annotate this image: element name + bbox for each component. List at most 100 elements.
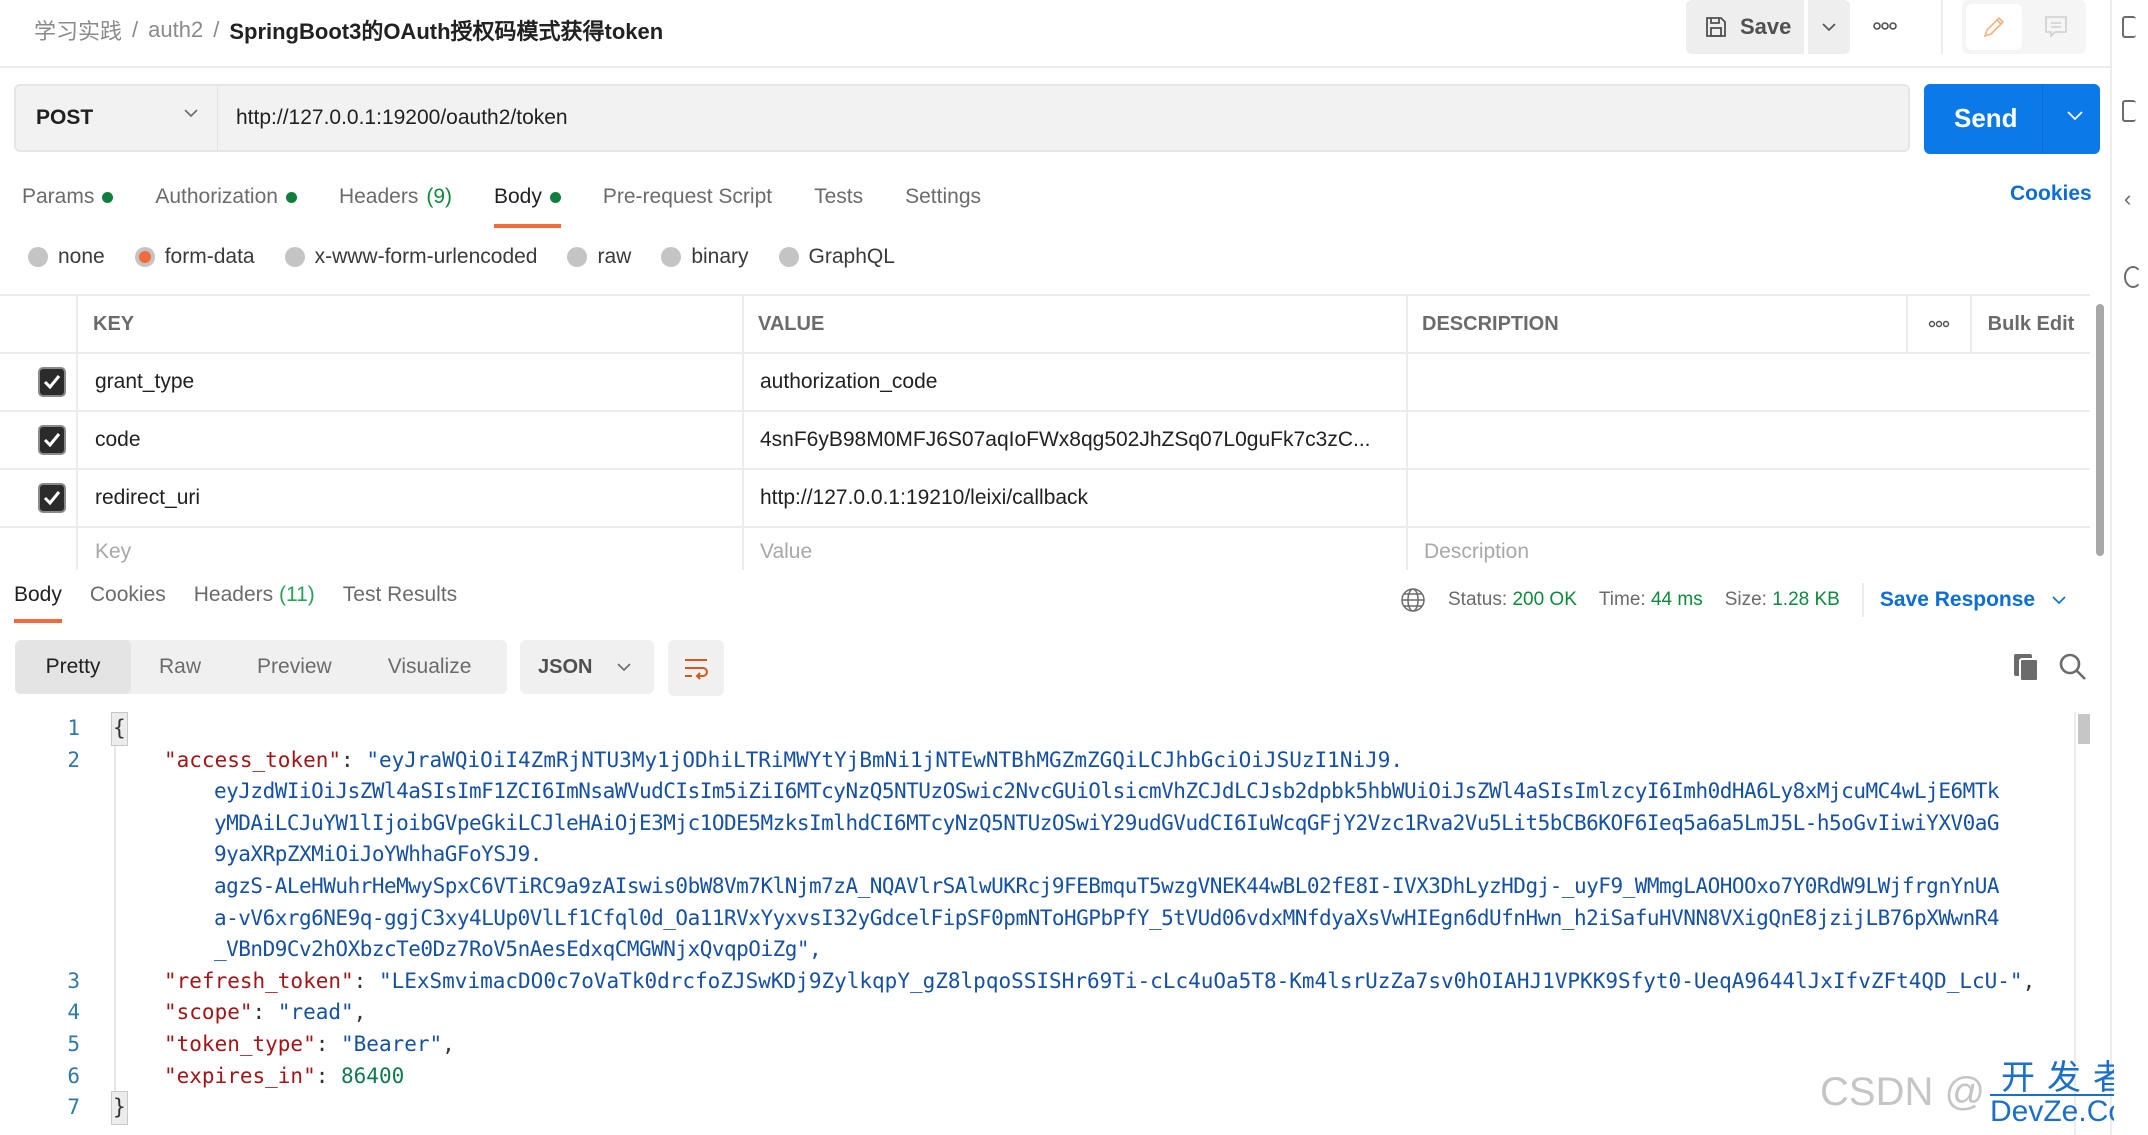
save-options-button[interactable]: [1808, 0, 1850, 54]
key-field[interactable]: redirect_uri: [78, 470, 744, 526]
radio-label: x-www-form-urlencoded: [314, 245, 538, 268]
row-checkbox[interactable]: [38, 425, 66, 455]
code-line: "refresh_token": "LExSmvimacDO0c7oVaTk0d…: [164, 968, 2036, 993]
editor-scrollbar[interactable]: [2078, 714, 2090, 744]
radio-x-www-form-urlencoded[interactable]: x-www-form-urlencoded: [284, 245, 538, 269]
new-description-input[interactable]: Description: [1408, 528, 1908, 570]
tab-authorization[interactable]: Authorization: [155, 180, 297, 214]
radio-circle[interactable]: [28, 247, 48, 267]
tab-pre-request-script[interactable]: Pre-request Script: [603, 180, 772, 214]
row-checkbox[interactable]: [38, 483, 66, 513]
response-view-switcher: Pretty Raw Preview Visualize: [15, 640, 507, 694]
chevron-down-icon[interactable]: [2066, 110, 2084, 122]
tab-headers[interactable]: Headers (9): [339, 180, 452, 214]
json-key: "expires_in": [164, 1063, 316, 1088]
format-select[interactable]: JSON: [520, 640, 654, 694]
description-field[interactable]: [1408, 412, 1908, 468]
response-tab-body[interactable]: Body: [14, 583, 62, 623]
radio-circle[interactable]: [778, 247, 799, 267]
tab-settings[interactable]: Settings: [905, 180, 981, 214]
value-field[interactable]: authorization_code: [744, 354, 1408, 410]
size-info[interactable]: Size: 1.28 KB: [1725, 589, 1840, 611]
documentation-icon[interactable]: [2122, 16, 2136, 38]
table-options-button[interactable]: [1906, 296, 1972, 352]
view-raw[interactable]: Raw: [131, 640, 229, 694]
status-dot: [285, 191, 297, 203]
comments-button[interactable]: [2028, 4, 2084, 50]
table-scrollbar[interactable]: [2096, 304, 2104, 556]
chevron-down-icon: [617, 663, 632, 672]
globe-icon[interactable]: [1400, 587, 1426, 613]
copy-icon[interactable]: [2012, 652, 2040, 682]
breadcrumb-separator: /: [213, 17, 220, 42]
url-input[interactable]: http://127.0.0.1:19200/oauth2/token: [218, 84, 1910, 152]
send-label: Send: [1954, 103, 2018, 133]
description-field[interactable]: [1408, 354, 1908, 410]
json-string: "LExSmvimacDO0c7oVaTk0drcfoZJSwKDj9Zylkq…: [378, 968, 2023, 993]
radio-binary[interactable]: binary: [661, 245, 749, 269]
tab-label: Body: [494, 185, 542, 208]
time-info[interactable]: Time: 44 ms: [1599, 589, 1703, 611]
size-label: Size:: [1724, 589, 1767, 610]
view-pretty[interactable]: Pretty: [15, 640, 131, 694]
view-preview[interactable]: Preview: [229, 640, 360, 694]
bulk-edit-button[interactable]: Bulk Edit: [1972, 296, 2090, 352]
radio-circle[interactable]: [134, 247, 155, 267]
column-header-value: VALUE: [744, 296, 1408, 352]
radio-circle[interactable]: [567, 247, 588, 267]
search-icon[interactable]: [2058, 652, 2088, 682]
save-response-button[interactable]: Save Response: [1880, 588, 2067, 612]
tab-body[interactable]: Body: [494, 180, 561, 228]
table-row: grant_type authorization_code: [0, 354, 2090, 412]
line-number: 6: [67, 1063, 80, 1088]
value-field[interactable]: http://127.0.0.1:19210/leixi/callback: [744, 470, 1408, 526]
save-button[interactable]: Save: [1686, 0, 1804, 54]
radio-none[interactable]: none: [28, 245, 105, 269]
radio-circle[interactable]: [661, 247, 682, 267]
edit-button[interactable]: [1966, 4, 2022, 50]
divider: [1941, 0, 1943, 54]
breadcrumb-folder[interactable]: auth2: [148, 17, 203, 43]
radio-form-data[interactable]: form-data: [134, 245, 255, 269]
tab-params[interactable]: Params: [22, 180, 114, 214]
method-select[interactable]: POST: [14, 84, 218, 152]
cookies-link[interactable]: Cookies: [2010, 182, 2092, 206]
radio-label: none: [58, 245, 105, 268]
new-key-input[interactable]: Key: [78, 528, 744, 570]
key-field[interactable]: code: [78, 412, 744, 468]
response-tab-headers[interactable]: Headers (11): [194, 583, 315, 607]
response-tab-cookies[interactable]: Cookies: [90, 583, 166, 607]
radio-circle[interactable]: [284, 247, 305, 267]
radio-label: raw: [597, 245, 632, 268]
tab-count: (9): [426, 185, 452, 208]
panel-icon[interactable]: [2122, 100, 2136, 122]
key-field[interactable]: grant_type: [78, 354, 744, 410]
value-field[interactable]: 4snF6yB98M0MFJ6S07aqIoFWx8qg502JhZSq07L0…: [744, 412, 1408, 468]
chevron-left-icon[interactable]: ‹: [2124, 186, 2131, 212]
radio-graphql[interactable]: GraphQL: [778, 245, 895, 269]
more-actions-button[interactable]: [1872, 16, 1898, 41]
status-value: 200 OK: [1512, 589, 1577, 610]
tab-tests[interactable]: Tests: [814, 180, 863, 214]
info-icon[interactable]: [2124, 266, 2142, 288]
send-button[interactable]: Send: [1924, 84, 2100, 154]
json-key: "access_token": [164, 747, 342, 772]
request-name[interactable]: SpringBoot3的OAuth授权码模式获得token: [229, 14, 663, 46]
request-workspace: 学习实践 / auth2 / SpringBoot3的OAuth授权码模式获得t…: [0, 0, 2148, 1135]
new-value-input[interactable]: Value: [744, 528, 1408, 570]
radio-raw[interactable]: raw: [567, 245, 631, 269]
radio-label: GraphQL: [808, 245, 895, 268]
line-number: [0, 839, 80, 871]
code-line-wrapped: agzS-ALeHWuhrHeMwySpxC6VTiRC9a9zAIswis0b…: [214, 873, 2000, 898]
view-visualize[interactable]: Visualize: [360, 640, 500, 694]
breadcrumb-collection[interactable]: 学习实践: [34, 14, 122, 46]
row-checkbox[interactable]: [38, 367, 66, 397]
save-icon: [1706, 17, 1726, 37]
tab-count: (11): [278, 583, 315, 606]
line-number: 1: [67, 716, 80, 740]
code-line: "expires_in": 86400: [164, 1063, 405, 1088]
response-tab-test-results[interactable]: Test Results: [343, 583, 457, 607]
wrap-lines-button[interactable]: [668, 640, 724, 696]
description-field[interactable]: [1408, 470, 1908, 526]
status-info[interactable]: Status: 200 OK: [1448, 589, 1577, 611]
